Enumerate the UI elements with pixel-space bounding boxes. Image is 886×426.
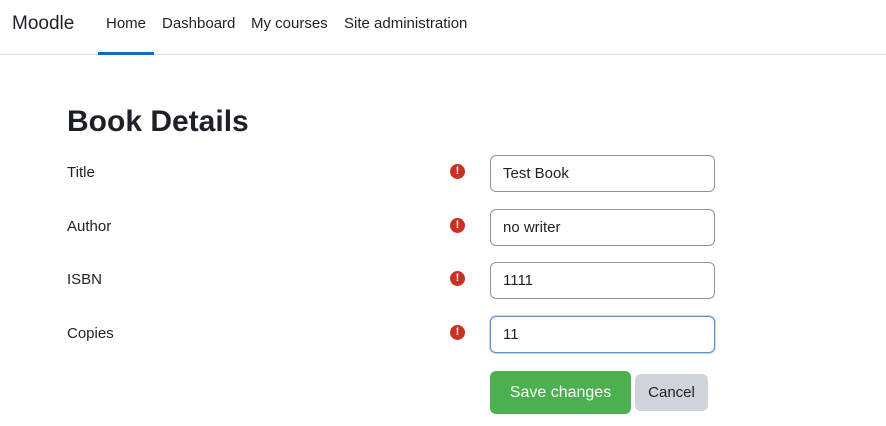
- isbn-input[interactable]: [490, 262, 715, 299]
- form-row-title: Title !: [67, 155, 727, 195]
- nav-link-my-courses[interactable]: My courses: [251, 15, 328, 55]
- required-icon: !: [450, 218, 465, 233]
- cancel-button[interactable]: Cancel: [635, 374, 708, 411]
- form-row-author: Author !: [67, 209, 727, 249]
- author-label: Author: [67, 218, 112, 235]
- author-input[interactable]: [490, 209, 715, 246]
- copies-label: Copies: [67, 325, 114, 342]
- required-icon: !: [450, 325, 465, 340]
- required-icon: !: [450, 271, 465, 286]
- title-label: Title: [67, 164, 95, 181]
- form-row-isbn: ISBN !: [67, 262, 727, 302]
- title-input[interactable]: [490, 155, 715, 192]
- top-navbar: Moodle Home Dashboard My courses Site ad…: [0, 0, 886, 55]
- site-brand[interactable]: Moodle: [12, 13, 74, 35]
- form-row-copies: Copies !: [67, 316, 727, 356]
- nav-link-home[interactable]: Home: [98, 15, 154, 55]
- page-title: Book Details: [67, 105, 249, 138]
- required-icon: !: [450, 164, 465, 179]
- copies-input[interactable]: [490, 316, 715, 353]
- nav-link-dashboard[interactable]: Dashboard: [162, 15, 235, 55]
- save-changes-button[interactable]: Save changes: [490, 371, 631, 414]
- isbn-label: ISBN: [67, 271, 103, 288]
- nav-link-site-administration[interactable]: Site administration: [344, 15, 467, 55]
